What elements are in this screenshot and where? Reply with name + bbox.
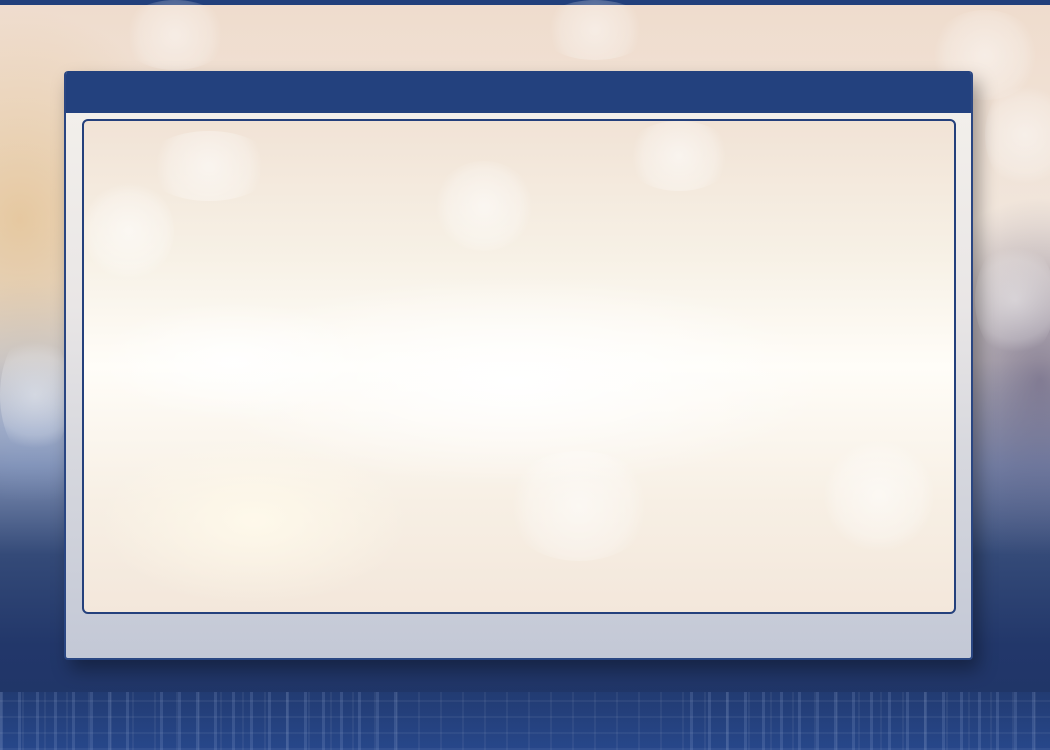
bokeh-light xyxy=(84,181,174,281)
bokeh-light xyxy=(540,0,650,60)
band-window-pattern xyxy=(690,692,1050,750)
bottom-building-band xyxy=(0,692,1050,750)
bokeh-light xyxy=(624,121,734,191)
bokeh-light xyxy=(504,451,654,561)
bokeh-light xyxy=(144,131,274,201)
dialog-footer xyxy=(66,616,971,658)
slide-background xyxy=(0,0,1050,750)
band-window-pattern xyxy=(160,692,400,750)
bokeh-light xyxy=(985,80,1050,190)
dialog-content-panel xyxy=(82,119,956,614)
bokeh-light xyxy=(975,240,1050,360)
bokeh-light xyxy=(434,161,534,251)
dialog-header xyxy=(66,71,971,113)
band-window-pattern xyxy=(0,692,130,750)
bokeh-light xyxy=(824,441,934,551)
bokeh-light xyxy=(0,330,70,460)
bokeh-light xyxy=(120,0,230,70)
dialog-window xyxy=(64,71,973,660)
